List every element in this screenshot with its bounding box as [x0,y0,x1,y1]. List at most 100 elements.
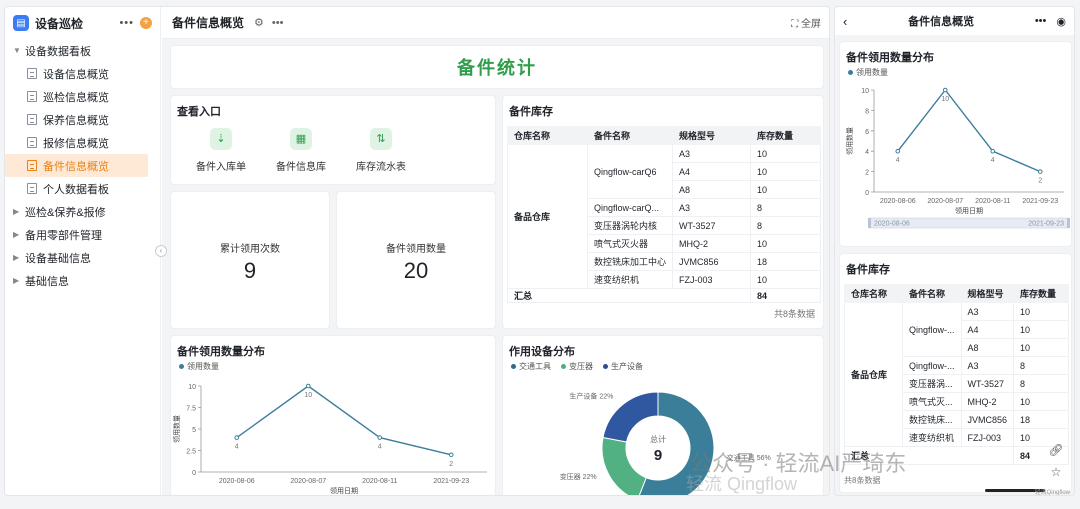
inventory-card: 备件库存 仓库名称 备件名称 规格型号 库存数量 备品仓库 Qingflow-c… [502,95,824,329]
slice-label: 生产设备 22% [569,392,613,401]
sidebar-item-label: 备件信息概览 [43,160,109,173]
spec-cell: A3 [672,144,752,163]
center-label: 总计 [650,434,666,444]
x-tick-label: 2020-08-06 [219,478,255,485]
spec-cell: A3 [672,198,752,217]
sidebar-item-label: 巡检信息概览 [43,91,109,104]
column-header: 规格型号 [672,126,752,145]
settings-icon[interactable]: ⚙ [254,16,264,29]
sidebar-item-maintenance-overview[interactable]: 保养信息概览 [5,108,148,131]
y-axis-label: 领用数量 [172,415,181,443]
sidebar-item-inspection-overview[interactable]: 巡检信息概览 [5,85,148,108]
app-window: ▤ 设备巡检 ••• + ▼ 设备数据看板 设备信息概览 巡检信息概览 保养信息… [4,6,830,496]
y-tick-label: 2.5 [186,449,196,456]
corner-watermark: 轻流Qingflow [1034,490,1070,496]
more-icon[interactable]: ••• [119,17,134,29]
total-value: 84 [750,288,821,303]
inbound-icon: ⇣ [210,128,232,150]
stat-label: 累计领用次数 [220,244,280,255]
qty-cell: 8 [1013,374,1069,393]
y-tick-label: 4 [865,149,869,156]
legend-item-traffic[interactable]: 交通工具 [511,361,551,372]
part-name-cell: 速变纺织机 [586,270,674,289]
part-name-cell: Qingflow-carQ... [586,198,674,217]
fullscreen-label: 全屏 [801,19,821,30]
data-point [448,452,454,458]
y-tick-label: 8 [865,108,869,115]
sidebar-item-repair-overview[interactable]: 报修信息概览 [5,131,148,154]
slice-label: 变压器 22% [560,472,597,481]
caret-right-icon: ▶ [13,230,20,239]
entry-parts-inbound[interactable]: ⇣ 备件入库单 [181,128,261,173]
column-header: 库存数量 [750,126,821,145]
swap-icon: ⇅ [370,128,392,150]
more-icon[interactable]: ••• [272,17,284,29]
sidebar-item-personal-dashboard[interactable]: 个人数据看板 [5,177,148,200]
part-name-cell: 数控铣床加工中心 [586,252,674,271]
entry-parts-library[interactable]: ▦ 备件信息库 [261,128,341,173]
qty-cell: 18 [1013,410,1069,429]
banner-title: 备件统计 [457,58,537,78]
y-axis-label: 领用数量 [845,127,854,155]
legend-item[interactable]: 领用数量 [179,361,219,372]
sidebar-group-spare-parts[interactable]: ▶ 备用零部件管理 [5,223,160,246]
fullscreen-button[interactable]: ⛶ 全屏 [791,15,821,30]
pie-slice [601,436,647,495]
x-tick-label: 2020-08-11 [362,478,397,485]
table-row: 备品仓库 Qingflow-... A3 10 [844,302,1069,447]
fullscreen-icon: ⛶ [791,19,801,30]
entry-label: 库存流水表 [356,162,406,173]
data-point [990,148,996,154]
part-name-cell: Qingflow-... [902,356,962,375]
sidebar-group-inspection[interactable]: ▶ 巡检&保养&报修 [5,200,160,223]
slider-handle-left [868,218,871,228]
x-axis-label: 领用日期 [955,206,983,215]
report-icon [27,160,37,171]
y-tick-label: 0 [192,470,196,477]
legend-label: 领用数量 [187,362,219,371]
entry-label: 备件信息库 [276,162,326,173]
column-header: 规格型号 [960,284,1015,303]
sidebar-group-label: 巡检&保养&报修 [25,206,106,219]
spec-cell: MHQ-2 [672,234,752,253]
spec-cell: A8 [960,338,1015,357]
spec-cell: MHQ-2 [960,392,1015,411]
report-icon [27,91,37,102]
total-label: 汇总 [506,288,752,303]
report-icon [27,137,37,148]
mobile-usage-chart-card: 备件领用数量分布 领用数量 0 2 4 6 8 10 2020-08-06 2020-08-0… [839,41,1072,247]
legend-item[interactable]: 领用数量 [848,67,888,78]
sidebar-group-label: 备用零部件管理 [25,229,102,242]
link-icon[interactable]: 🔗︎ [1048,443,1064,459]
record-icon[interactable]: ◉ [1056,15,1066,28]
qty-cell: 8 [750,198,821,217]
sidebar-group-label: 设备基础信息 [25,252,91,265]
report-icon [27,68,37,79]
entry-stock-flow[interactable]: ⇅ 库存流水表 [341,128,421,173]
collapse-sidebar-icon[interactable]: ‹ [155,245,167,257]
sidebar-group-label: 基础信息 [25,275,69,288]
part-name-cell: Qingflow-carQ6 [586,144,674,199]
sidebar-item-parts-overview[interactable]: 备件信息概览 [5,154,148,177]
sidebar-group-dashboard[interactable]: ▼ 设备数据看板 [5,39,160,62]
y-tick-label: 2 [865,170,869,177]
data-point [234,435,240,440]
sidebar-group-device-info[interactable]: ▶ 设备基础信息 [5,246,160,269]
y-tick-label: 10 [861,88,869,95]
report-icon [27,114,37,125]
add-icon[interactable]: + [140,17,152,29]
table-row: 备品仓库 Qingflow-carQ6 A3 10 [507,144,821,289]
part-name-cell: 速变纺织机 [902,428,962,447]
sidebar-item-device-overview[interactable]: 设备信息概览 [5,62,148,85]
sidebar-group-basic-info[interactable]: ▶ 基础信息 [5,269,160,292]
usage-legend: 领用数量 [171,361,495,372]
star-icon[interactable]: ☆ [1048,465,1064,481]
stat-value: 20 [403,258,429,283]
spec-cell: A4 [672,162,752,181]
legend-item-production[interactable]: 生产设备 [603,361,643,372]
qty-cell: 10 [750,270,821,289]
legend-item-transformer[interactable]: 变压器 [561,361,593,372]
more-icon[interactable]: ••• [1035,15,1047,27]
data-label: 4 [235,444,239,451]
stat-card-usage-count: 累计领用次数 9 [170,191,330,329]
